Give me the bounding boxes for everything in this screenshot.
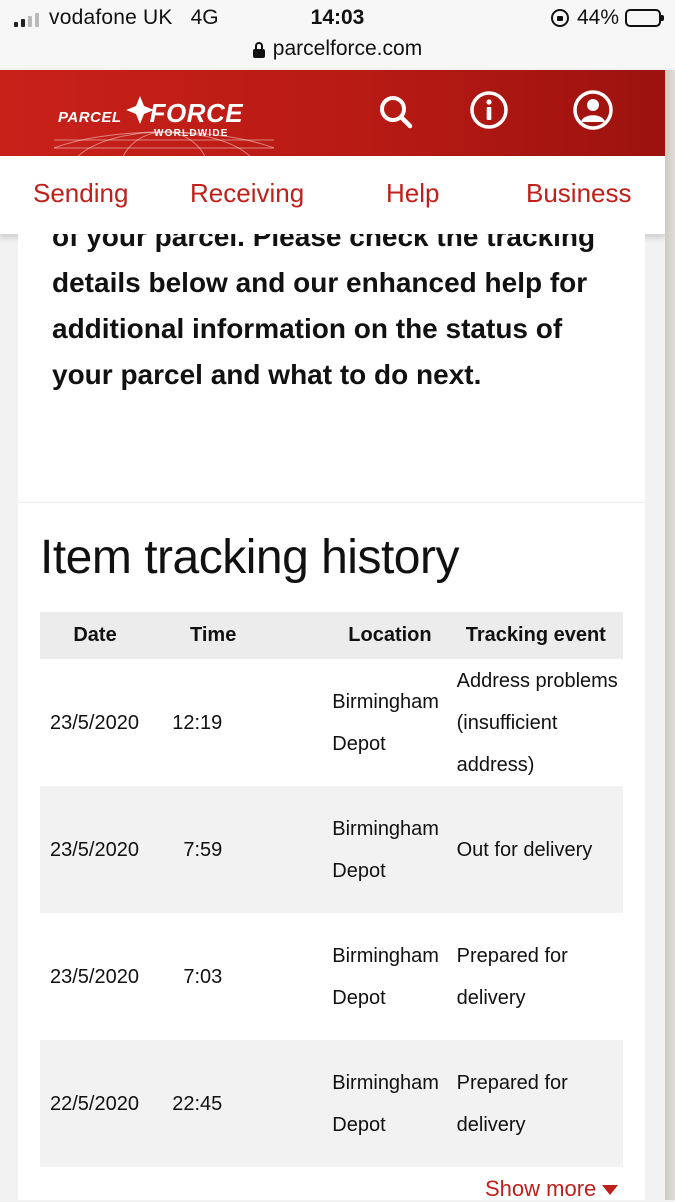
url-bar[interactable]: parcelforce.com: [0, 30, 675, 68]
row-event: Prepared for delivery: [456, 944, 568, 1009]
nav-item-help[interactable]: Help: [386, 178, 439, 209]
table-header-row: Date Time Location Tracking event: [40, 612, 623, 659]
table-row: 23/5/2020 7:03 Birmingham Depot Prepared…: [40, 913, 623, 1040]
row-location: Birmingham Depot: [276, 1040, 449, 1167]
tracking-table: Date Time Location Tracking event 23/5/2…: [40, 612, 623, 1167]
logo-force-text: FORCE: [149, 98, 244, 128]
show-more-link[interactable]: Show more: [485, 1176, 619, 1202]
account-icon[interactable]: [567, 86, 619, 138]
column-header-date: Date: [40, 612, 151, 659]
row-location: Birmingham Depot: [332, 944, 439, 1009]
logo-wordmark: PARCEL FORCE: [58, 98, 243, 129]
info-icon[interactable]: [463, 86, 515, 138]
content-card: of your parcel. Please check the trackin…: [18, 234, 645, 1202]
status-right: 44%: [550, 6, 664, 30]
battery-percent: 44%: [576, 6, 619, 29]
row-time: 7:03: [183, 965, 223, 988]
row-time: 22:45: [150, 1040, 277, 1167]
rotation-lock-icon: [550, 9, 569, 27]
row-time: 12:19: [172, 711, 223, 734]
logo-subtitle: WORLDWIDE: [154, 128, 229, 139]
divider: [18, 502, 645, 503]
url-text[interactable]: parcelforce.com: [273, 37, 422, 61]
column-header-location: Location: [276, 612, 449, 659]
row-location: Birmingham Depot: [332, 690, 439, 755]
main-nav: Sending Receiving Help Business: [0, 156, 665, 235]
row-date: 23/5/2020: [50, 965, 139, 988]
column-header-time: Time: [150, 612, 277, 659]
page-edge: [665, 70, 675, 1200]
row-location: Birmingham Depot: [276, 786, 449, 913]
intro-text: tracking details below and our enhanced …: [52, 234, 596, 390]
padlock-icon: [252, 42, 265, 58]
site-header: PARCEL FORCE WORLDWIDE: [0, 70, 665, 156]
nav-item-business[interactable]: Business: [526, 178, 632, 209]
table-row: 22/5/2020 22:45 Birmingham Depot Prepare…: [40, 1040, 623, 1167]
section-title: Item tracking history: [40, 531, 459, 584]
row-event: Address problems (insufficient address): [456, 669, 618, 776]
row-date: 23/5/2020: [50, 711, 139, 734]
row-event: Prepared for delivery: [448, 1040, 623, 1167]
row-date: 23/5/2020: [40, 786, 151, 913]
column-header-event: Tracking event: [448, 612, 623, 659]
intro-clip: of your parcel. Please check the trackin…: [18, 234, 645, 500]
parcelforce-logo[interactable]: PARCEL FORCE WORLDWIDE: [54, 82, 274, 156]
intro-text-cut: of your parcel. Please check the: [52, 234, 479, 252]
show-more-label: Show more: [485, 1176, 597, 1201]
search-icon[interactable]: [370, 86, 422, 138]
battery-icon: [625, 9, 664, 27]
table-row: 23/5/2020 7:59 Birmingham Depot Out for …: [40, 786, 623, 913]
row-event: Out for delivery: [448, 786, 623, 913]
nav-item-receiving[interactable]: Receiving: [190, 178, 304, 209]
caret-down-icon: [602, 1185, 619, 1196]
table-row: 23/5/2020 12:19 Birmingham Depot Address…: [40, 659, 623, 786]
row-time: 7:59: [150, 786, 277, 913]
nav-item-sending[interactable]: Sending: [33, 178, 128, 209]
row-date: 22/5/2020: [40, 1040, 151, 1167]
intro-paragraph: of your parcel. Please check the trackin…: [52, 234, 612, 398]
logo-parcel-text: PARCEL: [58, 109, 122, 126]
